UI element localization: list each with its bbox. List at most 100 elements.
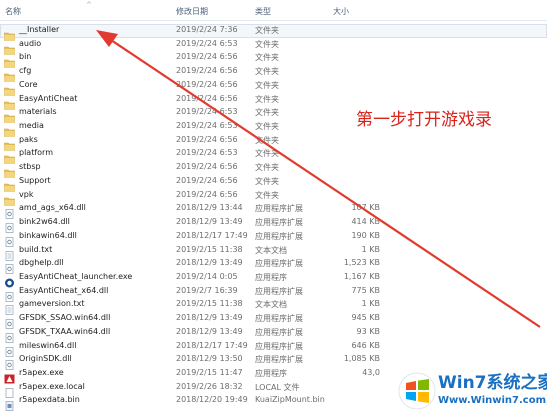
- file-size: 775 KB: [351, 285, 380, 295]
- file-row[interactable]: dbghelp.dll 2018/12/9 13:49 应用程序扩展 1,523 KB: [0, 257, 547, 275]
- folder-row[interactable]: Support 2019/2/24 6:56 文件夹: [0, 175, 547, 192]
- folder-row[interactable]: vpk 2019/2/24 6:56 文件夹: [0, 189, 547, 206]
- file-type: 文件夹: [255, 67, 279, 77]
- file-name: EasyAntiCheat_x64.dll: [19, 285, 109, 295]
- file-name: Core: [19, 79, 38, 89]
- file-size: 1 KB: [361, 299, 380, 309]
- file-row[interactable]: mileswin64.dll 2018/12/17 17:49 应用程序扩展 646 …: [0, 340, 547, 357]
- folder-icon: [4, 40, 15, 55]
- file-name: binkawin64.dll: [19, 230, 77, 240]
- file-type: 文件夹: [255, 149, 279, 159]
- file-size: 190 KB: [351, 230, 380, 240]
- modified-date: 2019/2/15 11:47: [176, 367, 243, 377]
- file-type: 应用程序扩展: [255, 355, 303, 365]
- file-size: 1,523 KB: [343, 258, 380, 268]
- folder-icon: [4, 122, 15, 137]
- modified-date: 2018/12/9 13:44: [176, 203, 243, 213]
- folder-icon: [4, 95, 15, 110]
- file-type: 文件夹: [255, 122, 279, 132]
- modified-date: 2018/12/9 13:50: [176, 354, 243, 364]
- modified-date: 2018/12/9 13:49: [176, 313, 243, 323]
- file-row[interactable]: EasyAntiCheat_launcher.exe 2019/2/14 0:05…: [0, 271, 547, 288]
- folder-row[interactable]: cfg 2019/2/24 6:56 文件夹: [0, 65, 547, 82]
- file-name: r5apex.exe.local: [19, 381, 85, 391]
- column-date-header[interactable]: 修改日期: [176, 6, 208, 17]
- folder-icon: [4, 149, 15, 165]
- modified-date: 2018/12/17 17:49: [176, 340, 248, 350]
- column-name-header[interactable]: 名称: [5, 6, 21, 17]
- file-name: audio: [19, 38, 42, 48]
- file-size: 646 KB: [351, 340, 380, 350]
- folder-row[interactable]: platform 2019/2/24 6:53 文件夹: [0, 147, 547, 165]
- dll-file-icon: [4, 314, 15, 329]
- modified-date: 2019/2/24 6:56: [176, 175, 238, 185]
- file-name: gameversion.txt: [19, 299, 85, 309]
- file-row[interactable]: EasyAntiCheat_x64.dll 2019/2/7 16:39 应用程序扩…: [0, 285, 547, 302]
- file-type: 应用程序: [255, 368, 287, 378]
- modified-date: 2019/2/24 6:56: [176, 93, 238, 103]
- folder-row[interactable]: Core 2019/2/24 6:56 文件夹: [0, 79, 547, 96]
- file-name: paks: [19, 134, 38, 144]
- file-type: 应用程序: [255, 272, 287, 282]
- text-file-icon: [4, 300, 15, 316]
- file-type: LOCAL 文件: [255, 382, 300, 392]
- file-size: 107 KB: [351, 203, 380, 213]
- file-size: 93 KB: [356, 326, 380, 336]
- folder-row[interactable]: paks 2019/2/24 6:56 文件夹: [0, 134, 547, 151]
- file-row[interactable]: build.txt 2019/2/15 11:38 文本文档 1 KB: [0, 244, 547, 261]
- file-name: EasyAntiCheat_launcher.exe: [19, 271, 133, 281]
- file-type: KuaiZipMount.bin: [255, 395, 325, 405]
- column-type-header[interactable]: 类型: [255, 6, 271, 17]
- file-size: 945 KB: [351, 313, 380, 323]
- apex-app-icon: [4, 369, 15, 384]
- file-type: 应用程序扩展: [255, 286, 303, 296]
- modified-date: 2019/2/26 18:32: [176, 381, 243, 391]
- bin-file-icon: [4, 396, 15, 412]
- file-type: 文件夹: [255, 108, 279, 118]
- file-name: GFSDK_TXAA.win64.dll: [19, 326, 111, 336]
- folder-icon: [4, 191, 15, 206]
- file-name: OriginSDK.dll: [19, 354, 72, 364]
- file-type: 文件夹: [255, 135, 279, 145]
- file-type: 文件夹: [255, 26, 279, 35]
- text-file-icon: [4, 246, 15, 261]
- file-size: 1,085 KB: [343, 354, 380, 364]
- modified-date: 2019/2/24 6:53: [176, 38, 238, 48]
- folder-row[interactable]: audio 2019/2/24 6:53 文件夹: [0, 38, 547, 55]
- file-name: build.txt: [19, 244, 53, 254]
- dll-file-icon: [4, 218, 15, 233]
- file-row[interactable]: GFSDK_SSAO.win64.dll 2018/12/9 13:49 应用程序扩…: [0, 312, 547, 329]
- folder-icon: [4, 177, 15, 192]
- folder-row[interactable]: stbsp 2019/2/24 6:56 文件夹: [0, 161, 547, 178]
- sort-caret-icon: ^: [86, 1, 92, 9]
- folder-row[interactable]: bin 2019/2/24 6:56 文件夹: [0, 51, 547, 69]
- modified-date: 2019/2/24 6:53: [176, 121, 238, 131]
- file-name: Support: [19, 175, 51, 185]
- file-type: 文本文档: [255, 245, 287, 255]
- file-size: 414 KB: [351, 217, 380, 227]
- file-row[interactable]: GFSDK_TXAA.win64.dll 2018/12/9 13:49 应用程序扩…: [0, 326, 547, 343]
- folder-row[interactable]: __Installer 2019/2/24 7:36 文件夹: [0, 24, 547, 41]
- file-name: mileswin64.dll: [19, 340, 77, 350]
- modified-date: 2019/2/24 6:53: [176, 148, 238, 158]
- file-row[interactable]: gameversion.txt 2019/2/15 11:38 文本文档 1 KB: [0, 298, 547, 316]
- file-type: 文件夹: [255, 176, 279, 186]
- file-type: 应用程序扩展: [255, 314, 303, 324]
- file-row[interactable]: binkawin64.dll 2018/12/17 17:49 应用程序扩展 190 …: [0, 230, 547, 247]
- dll-file-icon: [4, 328, 15, 343]
- file-type: 文本文档: [255, 300, 287, 310]
- dll-file-icon: [4, 232, 15, 247]
- file-row[interactable]: bink2w64.dll 2018/12/9 13:49 应用程序扩展 414 KB: [0, 216, 547, 233]
- modified-date: 2019/2/24 6:56: [176, 162, 238, 172]
- file-type: 文件夹: [255, 80, 279, 90]
- modified-date: 2019/2/15 11:38: [176, 244, 243, 254]
- file-name: materials: [19, 107, 57, 117]
- file-list: __Installer 2019/2/24 7:36 文件夹 audio 2019/2/…: [0, 24, 547, 412]
- folder-icon: [4, 67, 15, 82]
- file-name: __Installer: [19, 25, 60, 34]
- file-row[interactable]: amd_ags_x64.dll 2018/12/9 13:44 应用程序扩展 107 …: [0, 202, 547, 220]
- modified-date: 2019/2/24 7:36: [176, 25, 238, 34]
- column-size-header[interactable]: 大小: [333, 6, 349, 17]
- file-name: cfg: [19, 66, 32, 76]
- folder-icon: [4, 108, 15, 124]
